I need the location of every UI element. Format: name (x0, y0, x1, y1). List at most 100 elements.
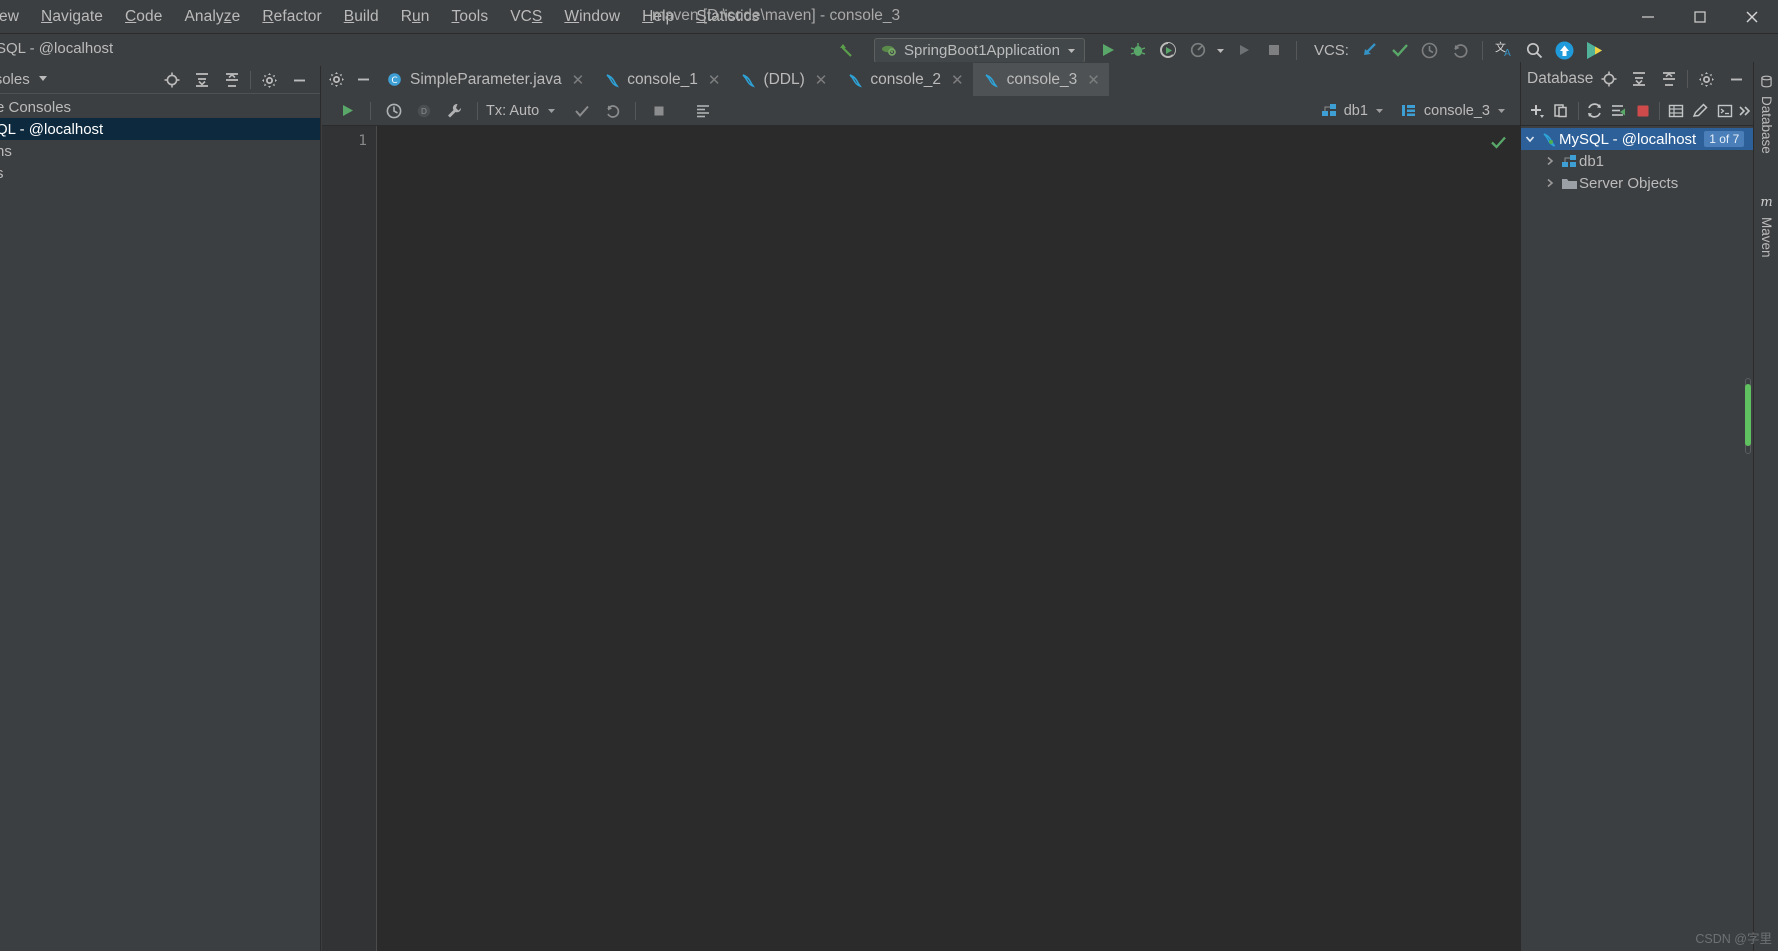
edit-icon[interactable] (1688, 98, 1712, 124)
menu-item-window[interactable]: Window (553, 5, 631, 29)
upload-icon[interactable] (1550, 37, 1580, 63)
output-table-icon[interactable] (688, 98, 718, 124)
add-icon[interactable] (1525, 98, 1549, 124)
menu-item-build[interactable]: Build (333, 5, 390, 29)
db-tree-item-db1[interactable]: db1 (1521, 150, 1753, 172)
menu-label: e (231, 7, 241, 25)
locate-icon[interactable] (157, 67, 187, 93)
tab-console-2[interactable]: console_2 ✕ (836, 63, 972, 96)
menu-item-analyze[interactable]: Analyze (173, 5, 251, 29)
back-arrow-icon[interactable] (832, 37, 862, 63)
menu-item-tools[interactable]: Tools (440, 5, 499, 29)
hide-icon[interactable] (1721, 66, 1751, 92)
table-icon[interactable] (1664, 98, 1688, 124)
commit-icon[interactable] (1385, 37, 1415, 63)
console-icon (1401, 105, 1415, 116)
close-icon[interactable]: ✕ (708, 71, 721, 89)
run-coverage-icon[interactable] (1153, 37, 1183, 63)
db-tree-item-mysql-localhost[interactable]: MySQL - @localhost 1 of 7 (1521, 128, 1753, 150)
run-icon[interactable] (1093, 37, 1123, 63)
settings-icon[interactable] (254, 67, 284, 93)
locate-icon[interactable] (1594, 66, 1624, 92)
sql-editor[interactable]: 1 (322, 126, 1520, 951)
menu-mnemonic: R (262, 7, 274, 25)
cancel-icon[interactable] (644, 98, 674, 124)
schema-selector[interactable]: db1 (1314, 101, 1392, 121)
execute-history-icon[interactable] (379, 98, 409, 124)
settings-wrench-icon[interactable] (439, 98, 469, 124)
rollback-icon[interactable] (597, 98, 627, 124)
db-tree-item-label: db1 (1579, 152, 1605, 170)
chevron-right-icon[interactable] (1541, 155, 1559, 167)
search-everywhere-icon[interactable] (1520, 37, 1550, 63)
divider (370, 101, 371, 120)
tree-item-localhost[interactable]: QL - @localhost (0, 118, 320, 140)
tab-simpleparameter-java[interactable]: C SimpleParameter.java ✕ (376, 63, 593, 96)
more-icon[interactable] (1737, 98, 1753, 124)
rollback-icon[interactable] (1445, 37, 1475, 63)
sql-script-icon[interactable] (1607, 98, 1631, 124)
menu-mnemonic: B (343, 7, 355, 25)
update-project-icon[interactable] (1355, 37, 1385, 63)
close-icon[interactable]: ✕ (815, 71, 828, 89)
menu-label: R (400, 7, 413, 25)
menu-item-navigate[interactable]: Navigate (30, 5, 114, 29)
refresh-icon[interactable] (1582, 98, 1606, 124)
maximize-icon[interactable] (1674, 0, 1726, 34)
debug-icon[interactable] (1123, 37, 1153, 63)
tree-item-s[interactable]: s (0, 162, 320, 184)
tab-console-1[interactable]: console_1 ✕ (593, 63, 729, 96)
chevron-down-icon[interactable] (1521, 133, 1539, 145)
tool-tab-maven[interactable]: m Maven (1754, 182, 1778, 270)
stop-icon[interactable] (1259, 37, 1289, 63)
console-icon[interactable] (1713, 98, 1737, 124)
tool-tab-database[interactable]: Database (1754, 68, 1778, 160)
menu-item-code[interactable]: Code (114, 5, 173, 29)
close-icon[interactable]: ✕ (1087, 71, 1100, 89)
translate-icon[interactable]: 文A (1490, 37, 1520, 63)
folder-icon (1559, 176, 1579, 191)
minimize-icon[interactable] (1622, 0, 1674, 34)
menu-item-vcs[interactable]: VCS (499, 5, 553, 29)
db-tree-item-server-objects[interactable]: Server Objects (1521, 172, 1753, 194)
execute-icon[interactable] (332, 98, 362, 124)
rerun-icon[interactable] (1229, 37, 1259, 63)
collapse-all-icon[interactable] (217, 67, 247, 93)
editor-code-area[interactable] (378, 126, 1520, 951)
expand-all-icon[interactable] (1624, 66, 1654, 92)
close-icon[interactable] (1726, 0, 1778, 34)
stop-icon[interactable] (1631, 98, 1655, 124)
tab-ddl[interactable]: (DDL) ✕ (729, 63, 836, 96)
session-selector[interactable]: console_3 (1394, 101, 1514, 121)
chevron-right-icon[interactable] (1541, 177, 1559, 189)
hide-icon[interactable] (350, 63, 376, 96)
chevron-down-icon[interactable] (37, 71, 49, 89)
tab-console-3[interactable]: console_3 ✕ (972, 63, 1109, 96)
plugin-icon[interactable] (1580, 37, 1610, 63)
db-tree-item-label: Server Objects (1579, 174, 1679, 192)
stop-query-icon[interactable]: D (409, 98, 439, 124)
history-icon[interactable] (1415, 37, 1445, 63)
menu-item-run[interactable]: Run (390, 5, 441, 29)
hide-icon[interactable] (284, 67, 314, 93)
divider (1577, 101, 1579, 120)
tree-item-ns[interactable]: ns (0, 140, 320, 162)
scrollbar-thumb[interactable] (1745, 384, 1751, 446)
commit-check-icon[interactable] (567, 98, 597, 124)
menu-item-view[interactable]: ew (0, 5, 30, 29)
settings-icon[interactable] (322, 63, 350, 96)
expand-all-icon[interactable] (187, 67, 217, 93)
close-icon[interactable]: ✕ (951, 71, 964, 89)
tx-mode-selector[interactable]: Tx: Auto (486, 103, 557, 119)
left-panel-tree: e Consoles QL - @localhost ns s (0, 94, 320, 184)
menu-item-refactor[interactable]: Refactor (251, 5, 332, 29)
profile-icon[interactable] (1183, 37, 1213, 63)
close-icon[interactable]: ✕ (572, 71, 585, 89)
chevron-down-icon[interactable] (1213, 37, 1229, 63)
run-configuration-selector[interactable]: SpringBoot1Application (874, 37, 1085, 63)
tree-item-consoles[interactable]: e Consoles (0, 96, 320, 118)
database-panel-header: Database (1521, 62, 1753, 96)
duplicate-icon[interactable] (1549, 98, 1573, 124)
settings-icon[interactable] (1691, 66, 1721, 92)
collapse-all-icon[interactable] (1654, 66, 1684, 92)
